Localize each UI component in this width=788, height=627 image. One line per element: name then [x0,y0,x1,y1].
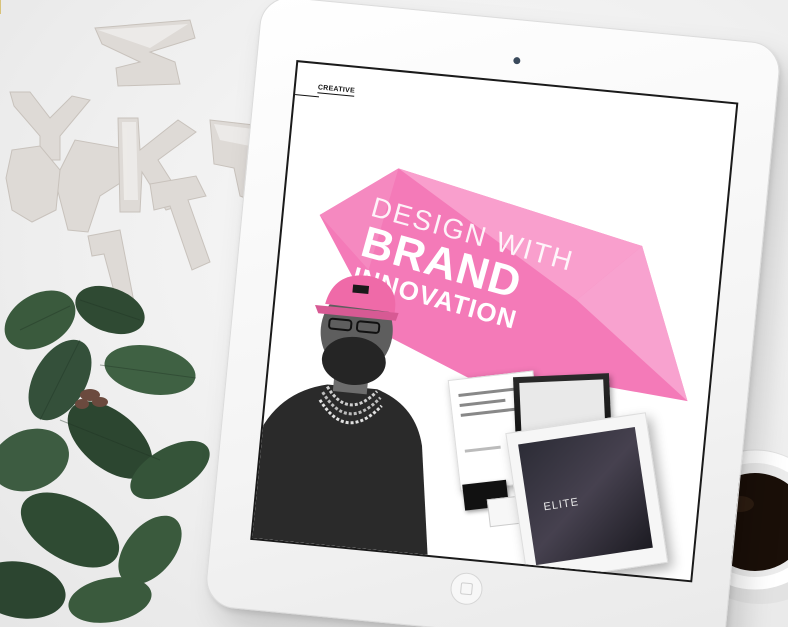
magazine-mockup: ELITE [505,412,669,583]
magazine-title: ELITE [542,496,580,514]
photo-scene: CREATIVE DESIGN WITH BRAND INNOVATION EL… [0,0,788,627]
tablet-screen: CREATIVE DESIGN WITH BRAND INNOVATION EL… [250,60,739,583]
tablet-device: CREATIVE DESIGN WITH BRAND INNOVATION EL… [203,0,783,627]
